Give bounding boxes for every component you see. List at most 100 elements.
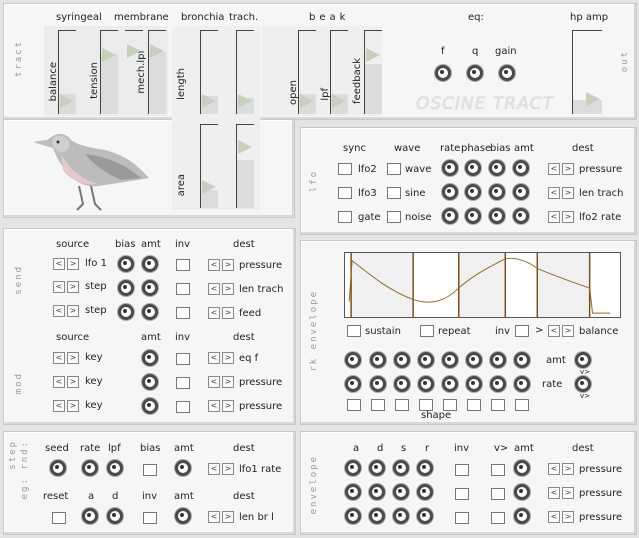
mech-slider-b[interactable] xyxy=(125,30,143,114)
rk-amt-knob-8[interactable] xyxy=(514,352,530,368)
sustain-checkbox[interactable] xyxy=(347,325,361,337)
lfo-amt-knob[interactable] xyxy=(513,208,529,224)
shape-checkbox-7[interactable] xyxy=(491,399,505,411)
mech-lpf-slider[interactable] xyxy=(148,30,166,114)
env-s-knob[interactable] xyxy=(393,484,409,500)
shape-checkbox-2[interactable] xyxy=(371,399,385,411)
shape-checkbox-8[interactable] xyxy=(515,399,529,411)
area-slider[interactable] xyxy=(200,124,218,208)
feedback-slider[interactable] xyxy=(364,30,382,114)
rk-dest-next-button[interactable]: > xyxy=(562,325,574,337)
mod-dest-next-button[interactable]: > xyxy=(222,400,234,412)
mod-dest-prev-button[interactable]: < xyxy=(208,400,220,412)
rk-amt-knob-1[interactable] xyxy=(345,352,361,368)
rk-amt-knob-5[interactable] xyxy=(442,352,458,368)
rk-rate-knob-3[interactable] xyxy=(394,376,410,392)
env-d-knob[interactable] xyxy=(369,508,385,524)
rk-inv-checkbox[interactable] xyxy=(515,325,529,337)
env-d-knob[interactable] xyxy=(369,460,385,476)
env-v-checkbox[interactable] xyxy=(491,512,505,524)
step-dest-prev-button[interactable]: < xyxy=(208,463,220,475)
rk-amt-knob-3[interactable] xyxy=(394,352,410,368)
send-dest-next-button[interactable]: > xyxy=(222,283,234,295)
lpf-slider[interactable] xyxy=(330,30,348,114)
step-d-knob[interactable] xyxy=(107,508,123,524)
mod-dest-prev-button[interactable]: < xyxy=(208,376,220,388)
lfo-sync-checkbox[interactable] xyxy=(338,163,352,175)
step-inv-checkbox[interactable] xyxy=(143,512,157,524)
mod-dest-prev-button[interactable]: < xyxy=(208,352,220,364)
env-inv-checkbox[interactable] xyxy=(455,512,469,524)
step-lpf-knob[interactable] xyxy=(107,460,123,476)
lfo-phase-knob[interactable] xyxy=(465,208,481,224)
step-amt-knob[interactable] xyxy=(175,460,191,476)
lfo-dest-next-button[interactable]: > xyxy=(562,211,574,223)
rk-rate-knob-6[interactable] xyxy=(466,376,482,392)
env-a-knob[interactable] xyxy=(345,484,361,500)
send-source-prev-button[interactable]: < xyxy=(53,281,65,293)
rk-amt-knob-6[interactable] xyxy=(466,352,482,368)
mod-dest-next-button[interactable]: > xyxy=(222,352,234,364)
env-amt-knob[interactable] xyxy=(514,508,530,524)
send-dest-prev-button[interactable]: < xyxy=(208,283,220,295)
send-source-prev-button[interactable]: < xyxy=(53,258,65,270)
lfo-sync-checkbox[interactable] xyxy=(338,211,352,223)
env-dest-next-button[interactable]: > xyxy=(562,463,574,475)
rk-envelope-graph[interactable] xyxy=(344,252,621,318)
env-s-knob[interactable] xyxy=(393,508,409,524)
lfo-sync-checkbox[interactable] xyxy=(338,187,352,199)
lfo-amt-knob[interactable] xyxy=(513,160,529,176)
rk-rate-knob-7[interactable] xyxy=(490,376,506,392)
eq-q-knob[interactable] xyxy=(467,65,483,81)
send-inv-checkbox[interactable] xyxy=(176,259,190,271)
lfo-rate-knob[interactable] xyxy=(442,184,458,200)
length-slider[interactable] xyxy=(200,30,218,114)
tension-slider[interactable] xyxy=(100,30,118,114)
env-v-checkbox[interactable] xyxy=(491,488,505,500)
env-dest-prev-button[interactable]: < xyxy=(548,487,560,499)
mod-source-prev-button[interactable]: < xyxy=(53,400,65,412)
send-dest-prev-button[interactable]: < xyxy=(208,307,220,319)
mod-inv-checkbox[interactable] xyxy=(176,353,190,365)
shape-checkbox-3[interactable] xyxy=(395,399,409,411)
env-r-knob[interactable] xyxy=(417,484,433,500)
send-source-next-button[interactable]: > xyxy=(67,305,79,317)
rk-rate-master-knob[interactable] xyxy=(575,376,591,392)
send-amt-knob[interactable] xyxy=(142,304,158,320)
step-dest2-prev-button[interactable]: < xyxy=(208,511,220,523)
mod-source-next-button[interactable]: > xyxy=(67,352,79,364)
rk-rate-knob-5[interactable] xyxy=(442,376,458,392)
lfo-phase-knob[interactable] xyxy=(465,184,481,200)
lfo-dest-next-button[interactable]: > xyxy=(562,187,574,199)
mod-inv-checkbox[interactable] xyxy=(176,401,190,413)
open-slider[interactable] xyxy=(298,30,316,114)
env-dest-next-button[interactable]: > xyxy=(562,511,574,523)
rk-dest-prev-button[interactable]: < xyxy=(548,325,560,337)
eq-gain-knob[interactable] xyxy=(499,65,515,81)
rk-rate-knob-8[interactable] xyxy=(514,376,530,392)
trach-slider-2[interactable] xyxy=(236,124,254,208)
env-inv-checkbox[interactable] xyxy=(455,464,469,476)
step-amt2-knob[interactable] xyxy=(175,508,191,524)
env-s-knob[interactable] xyxy=(393,460,409,476)
send-bias-knob[interactable] xyxy=(118,280,134,296)
trach-slider[interactable] xyxy=(236,30,254,114)
env-dest-prev-button[interactable]: < xyxy=(548,511,560,523)
send-amt-knob[interactable] xyxy=(142,280,158,296)
send-source-prev-button[interactable]: < xyxy=(53,305,65,317)
rk-rate-knob-4[interactable] xyxy=(418,376,434,392)
send-amt-knob[interactable] xyxy=(142,256,158,272)
step-dest2-next-button[interactable]: > xyxy=(222,511,234,523)
lfo-bias-knob[interactable] xyxy=(489,160,505,176)
rk-amt-knob-4[interactable] xyxy=(418,352,434,368)
shape-checkbox-1[interactable] xyxy=(347,399,361,411)
rk-amt-master-knob[interactable] xyxy=(575,352,591,368)
rk-amt-knob-7[interactable] xyxy=(490,352,506,368)
lfo-rate-knob[interactable] xyxy=(442,208,458,224)
lfo-dest-prev-button[interactable]: < xyxy=(548,211,560,223)
env-dest-next-button[interactable]: > xyxy=(562,487,574,499)
lfo-wave-checkbox[interactable] xyxy=(387,211,401,223)
env-inv-checkbox[interactable] xyxy=(455,488,469,500)
env-r-knob[interactable] xyxy=(417,460,433,476)
env-d-knob[interactable] xyxy=(369,484,385,500)
